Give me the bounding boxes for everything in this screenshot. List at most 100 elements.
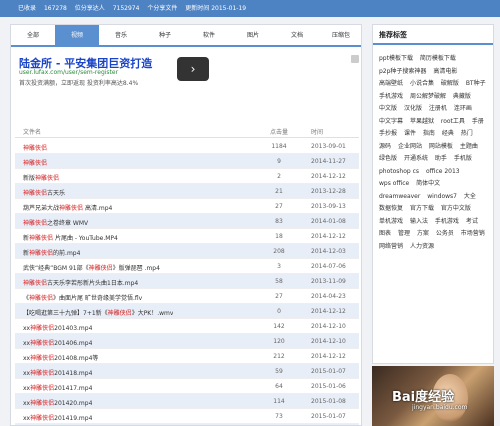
- upload-date: 2014-01-08: [311, 218, 346, 225]
- tag-link[interactable]: p2p种子搜索神器: [379, 68, 426, 75]
- file-name-link[interactable]: xx神雕侠侣201406.mp4: [23, 338, 92, 347]
- sidebar-photo[interactable]: Bai度经验 jingyan.baidu.com: [372, 366, 494, 426]
- tag-link[interactable]: 公务员: [436, 230, 454, 237]
- upload-date: 2013-12-28: [311, 188, 346, 195]
- file-name-link[interactable]: xx神雕侠侣201408.mp4等: [23, 353, 98, 362]
- tag-link[interactable]: 主题曲: [460, 143, 478, 150]
- file-name-link[interactable]: 新版神雕侠侣: [23, 173, 59, 182]
- tab-video[interactable]: 视频: [55, 25, 99, 45]
- file-name-link[interactable]: xx神雕侠侣201403.mp4: [23, 323, 92, 332]
- file-name-link[interactable]: 神雕侠侣: [23, 143, 47, 152]
- tag-link[interactable]: 周公解梦破解: [410, 93, 446, 100]
- tag-link[interactable]: 人力资源: [410, 243, 434, 250]
- click-count: 64: [275, 383, 283, 390]
- tag-link[interactable]: 官方中文版: [441, 205, 471, 212]
- upload-date: 2014-07-06: [311, 263, 346, 270]
- tag-link[interactable]: 简历模板下载: [420, 55, 456, 62]
- tag-link[interactable]: 源码: [379, 143, 391, 150]
- tag-link[interactable]: 手抄报: [379, 130, 397, 137]
- ad-arrow-button[interactable]: ›: [177, 57, 209, 81]
- tag-link[interactable]: 苹果越狱: [410, 118, 434, 125]
- tab-all[interactable]: 全部: [11, 25, 55, 45]
- ad-url[interactable]: user.lufax.com/user/sem-register: [19, 69, 118, 76]
- tag-link[interactable]: 课件: [404, 130, 416, 137]
- upload-date: 2014-12-12: [311, 353, 346, 360]
- file-name-link[interactable]: xx神雕侠侣201418.mp4: [23, 368, 92, 377]
- file-name-link[interactable]: 武侠“经典”BGM 91部《神雕侠侣》版弹琵琶 .mp4: [23, 263, 160, 272]
- tag-link[interactable]: dreamweaver: [379, 193, 420, 200]
- click-count: 114: [273, 398, 285, 405]
- tag-link[interactable]: 汉化版: [404, 105, 422, 112]
- file-name-link[interactable]: 神雕侠侣: [23, 158, 47, 167]
- tag-link[interactable]: 输入法: [410, 218, 428, 225]
- tag-link[interactable]: 连环画: [454, 105, 472, 112]
- tag-link[interactable]: 经典: [442, 130, 454, 137]
- tag-link[interactable]: 小说合集: [410, 80, 434, 87]
- tag-link[interactable]: 网络营销: [379, 243, 403, 250]
- click-count: 208: [273, 248, 285, 255]
- tag-link[interactable]: 绿色版: [379, 155, 397, 162]
- tag-link[interactable]: 破解版: [441, 80, 459, 87]
- ad-info-icon[interactable]: [351, 55, 359, 63]
- tag-link[interactable]: 手机游戏: [435, 218, 459, 225]
- file-name-link[interactable]: 神雕侠侣之卷终章 WMV: [23, 218, 88, 227]
- tag-link[interactable]: 中文字幕: [379, 118, 403, 125]
- file-name-link[interactable]: 葫芦兄弟大战神雕侠侣 高清.mp4: [23, 203, 112, 212]
- tag-link[interactable]: 注册机: [429, 105, 447, 112]
- file-name-link[interactable]: xx神雕侠侣201417.mp4: [23, 383, 92, 392]
- tag-link[interactable]: 助手: [435, 155, 447, 162]
- tag-link[interactable]: 高清电影: [433, 68, 457, 75]
- tag-link[interactable]: ppt模板下载: [379, 55, 413, 62]
- file-name-keyword: 神雕侠侣: [23, 190, 48, 197]
- tab-image[interactable]: 图片: [231, 25, 275, 45]
- tag-link[interactable]: office 2013: [426, 168, 460, 175]
- tag-link[interactable]: 热门: [461, 130, 473, 137]
- file-name-pre: 新版: [23, 175, 36, 182]
- file-name-link[interactable]: 神雕侠侣古天乐李若彤新片头曲1日本.mp4: [23, 278, 138, 287]
- tag-link[interactable]: 单机游戏: [379, 218, 403, 225]
- tag-link[interactable]: 指南: [423, 130, 435, 137]
- tag-link[interactable]: root工具: [441, 118, 465, 125]
- tag-link[interactable]: 开通系统: [404, 155, 428, 162]
- file-name-link[interactable]: xx神雕侠侣201419.mp4: [23, 413, 92, 422]
- tag-link[interactable]: 手机游戏: [379, 93, 403, 100]
- tag-link[interactable]: 手册: [472, 118, 484, 125]
- file-name-link[interactable]: 【吃喝逛第三十九弹】7+1新《神雕侠侣》大PK！.wmv: [23, 308, 173, 317]
- tag-link[interactable]: wps office: [379, 180, 409, 187]
- tag-link[interactable]: 中文版: [379, 105, 397, 112]
- tab-music[interactable]: 音乐: [99, 25, 143, 45]
- tab-torrent[interactable]: 种子: [143, 25, 187, 45]
- tab-document[interactable]: 文档: [275, 25, 319, 45]
- tag-link[interactable]: 数据恢复: [379, 205, 403, 212]
- tag-link[interactable]: 考试: [466, 218, 478, 225]
- tag-link[interactable]: 手机版: [454, 155, 472, 162]
- header-filename[interactable]: 文件名: [23, 127, 41, 136]
- tag-link[interactable]: 市场营销: [461, 230, 485, 237]
- tag-link[interactable]: 典藏版: [453, 93, 471, 100]
- file-name-post: 片尾曲 - YouTube.MP4: [53, 235, 118, 242]
- file-name-link[interactable]: 新神雕侠侣 片尾曲 - YouTube.MP4: [23, 233, 118, 242]
- file-name-link[interactable]: 神雕侠侣古天乐: [23, 188, 65, 197]
- tag-link[interactable]: 图表: [379, 230, 391, 237]
- file-name-post: 201418.mp4: [54, 370, 93, 377]
- tag-link[interactable]: 管理: [398, 230, 410, 237]
- tag-link[interactable]: BT种子: [466, 80, 486, 87]
- tag-link[interactable]: 大全: [464, 193, 476, 200]
- header-clicks[interactable]: 点击量: [270, 127, 288, 136]
- tag-link[interactable]: 方案: [417, 230, 429, 237]
- tag-link[interactable]: photoshop cs: [379, 168, 419, 175]
- tab-software[interactable]: 软件: [187, 25, 231, 45]
- file-name-link[interactable]: 新神雕侠侣的前.mp4: [23, 248, 80, 257]
- click-count: 212: [273, 353, 285, 360]
- tag-link[interactable]: 高端壁纸: [379, 80, 403, 87]
- tag-link[interactable]: 简体中文: [416, 180, 440, 187]
- tag-link[interactable]: 官方下载: [410, 205, 434, 212]
- file-name-link[interactable]: 《神雕侠侣》曲面片尾 旷世奇缘美学觉悟.flv: [23, 293, 142, 302]
- tag-link[interactable]: 网站模板: [429, 143, 453, 150]
- file-name-keyword: 神雕侠侣: [30, 385, 55, 392]
- header-time[interactable]: 时间: [311, 127, 323, 136]
- tag-link[interactable]: 企业网站: [398, 143, 422, 150]
- tab-archive[interactable]: 压缩包: [319, 25, 361, 45]
- file-name-link[interactable]: xx神雕侠侣201420.mp4: [23, 398, 92, 407]
- tag-link[interactable]: windows7: [427, 193, 457, 200]
